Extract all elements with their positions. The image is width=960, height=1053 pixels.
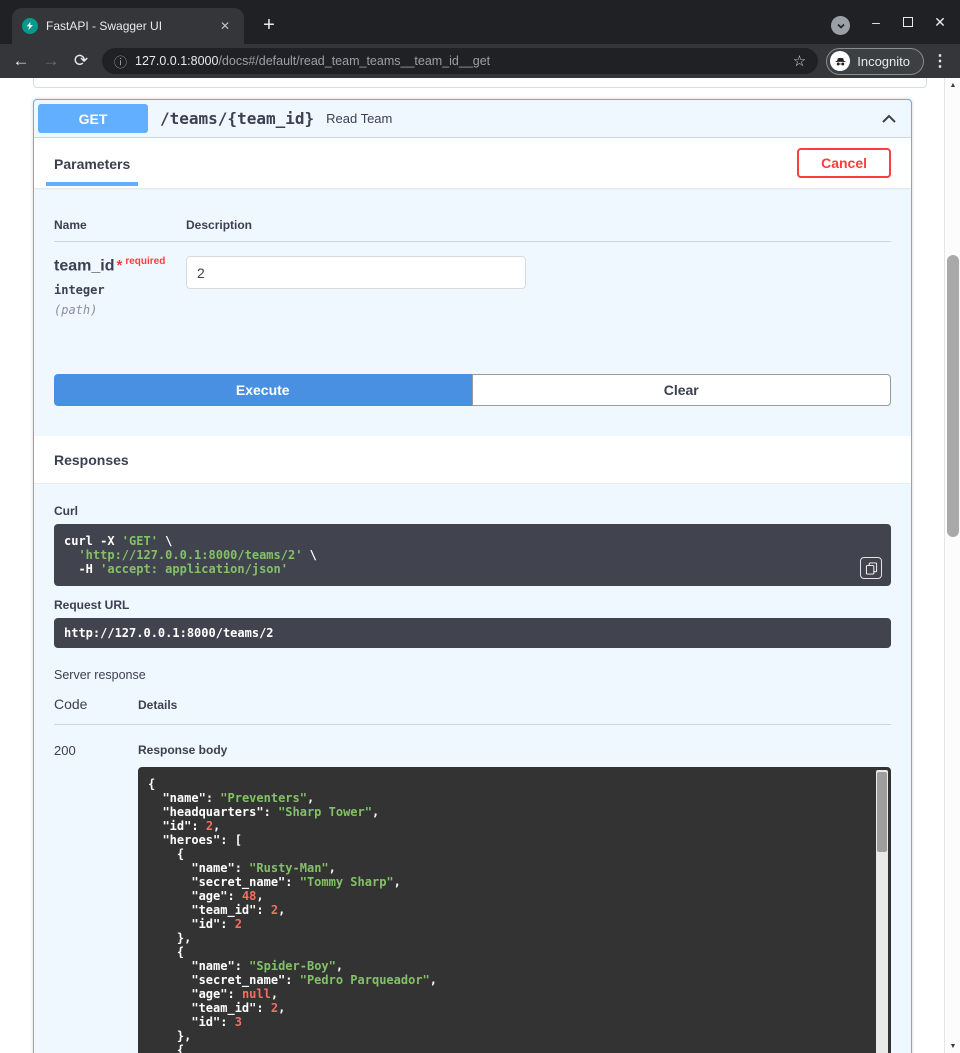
- incognito-spy-icon: [830, 51, 850, 71]
- incognito-label: Incognito: [857, 54, 910, 69]
- forward-button[interactable]: →: [38, 48, 64, 74]
- curl-label: Curl: [54, 504, 891, 518]
- window-controls: – ✕: [860, 0, 956, 44]
- column-description-header: Description: [186, 218, 891, 232]
- cancel-button[interactable]: Cancel: [797, 148, 891, 178]
- parameter-row: team_id*required integer (path): [34, 242, 911, 331]
- scroll-down-arrow-icon[interactable]: ▼: [945, 1039, 960, 1053]
- new-tab-button[interactable]: +: [256, 12, 282, 38]
- parameter-meta: team_id*required integer (path): [54, 256, 186, 317]
- tab-title: FastAPI - Swagger UI: [46, 19, 208, 33]
- request-url-block: http://127.0.0.1:8000/teams/2: [54, 618, 891, 648]
- column-name-header: Name: [54, 218, 186, 232]
- close-button[interactable]: ✕: [924, 0, 956, 44]
- url-text: 127.0.0.1:8000/docs#/default/read_team_t…: [135, 54, 490, 68]
- page-scrollbar[interactable]: ▲ ▼: [944, 78, 960, 1053]
- copy-to-clipboard-button[interactable]: [860, 557, 882, 579]
- address-bar[interactable]: ⓘ 127.0.0.1:8000/docs#/default/read_team…: [102, 48, 818, 74]
- back-button[interactable]: ←: [8, 48, 34, 74]
- fastapi-favicon-icon: [22, 18, 38, 34]
- responses-section-header: Responses: [34, 436, 911, 484]
- site-info-icon[interactable]: ⓘ: [114, 52, 127, 71]
- endpoint-summary: Read Team: [326, 111, 392, 126]
- tab-search-button[interactable]: [831, 16, 850, 35]
- column-code-header: Code: [54, 696, 138, 712]
- required-asterisk: *: [116, 257, 122, 274]
- browser-titlebar: FastAPI - Swagger UI ✕ + – ✕: [0, 0, 960, 44]
- execute-button[interactable]: Execute: [54, 374, 472, 406]
- response-row: 200 Response body { "name": "Preventers"…: [54, 743, 891, 1053]
- server-response-label: Server response: [54, 668, 891, 682]
- execute-button-group: Execute Clear: [54, 374, 891, 406]
- parameters-header: Parameters Cancel: [34, 138, 911, 188]
- response-table-head: Code Details: [54, 696, 891, 725]
- method-badge: GET: [38, 104, 148, 133]
- page-content: GET /teams/{team_id} Read Team Parameter…: [0, 78, 960, 1053]
- required-label: required: [125, 256, 165, 267]
- column-details-header: Details: [138, 698, 177, 712]
- parameter-location: (path): [54, 303, 186, 317]
- curl-code: curl -X 'GET' \ 'http://127.0.0.1:8000/t…: [64, 534, 881, 576]
- tab-parameters[interactable]: Parameters: [46, 141, 138, 186]
- parameter-type: integer: [54, 283, 186, 297]
- responses-title: Responses: [54, 452, 129, 468]
- responses-body: Curl curl -X 'GET' \ 'http://127.0.0.1:8…: [34, 484, 911, 1053]
- tab-close-icon[interactable]: ✕: [216, 17, 234, 35]
- response-details-cell: Response body { "name": "Preventers", "h…: [138, 743, 891, 1053]
- scroll-up-arrow-icon[interactable]: ▲: [945, 78, 960, 92]
- endpoint-path: /teams/{team_id}: [160, 109, 314, 128]
- maximize-button[interactable]: [892, 0, 924, 44]
- response-body-label: Response body: [138, 743, 891, 757]
- bookmark-star-icon[interactable]: ☆: [793, 52, 806, 70]
- parameter-name: team_id*required: [54, 256, 186, 275]
- response-scrollbar-thumb[interactable]: [877, 772, 887, 852]
- team-id-input[interactable]: [186, 256, 526, 289]
- response-scrollbar[interactable]: [876, 770, 888, 1053]
- parameters-table-head: Name Description: [34, 188, 911, 241]
- request-url-value: http://127.0.0.1:8000/teams/2: [64, 626, 881, 640]
- clear-button[interactable]: Clear: [472, 374, 892, 406]
- browser-toolbar: ← → ⟳ ⓘ 127.0.0.1:8000/docs#/default/rea…: [0, 44, 960, 78]
- browser-tab[interactable]: FastAPI - Swagger UI ✕: [12, 8, 244, 44]
- parameter-description-cell: [186, 256, 891, 317]
- response-body-block: { "name": "Preventers", "headquarters": …: [138, 767, 891, 1053]
- url-path: /docs#/default/read_team_teams__team_id_…: [218, 54, 490, 68]
- curl-code-block: curl -X 'GET' \ 'http://127.0.0.1:8000/t…: [54, 524, 891, 586]
- collapse-chevron-icon[interactable]: [879, 109, 899, 129]
- response-json-code: { "name": "Preventers", "headquarters": …: [148, 777, 867, 1053]
- maximize-icon: [903, 17, 913, 27]
- opblock-get-teams: GET /teams/{team_id} Read Team Parameter…: [33, 99, 912, 1053]
- opblock-summary[interactable]: GET /teams/{team_id} Read Team: [34, 100, 911, 138]
- minimize-button[interactable]: –: [860, 0, 892, 44]
- browser-menu-icon[interactable]: ⋮: [928, 48, 952, 74]
- url-host: 127.0.0.1:8000: [135, 54, 218, 68]
- status-code: 200: [54, 743, 138, 1053]
- browser-window: FastAPI - Swagger UI ✕ + – ✕ ← → ⟳ ⓘ 127…: [0, 0, 960, 1053]
- previous-section-edge: [33, 78, 927, 88]
- page-scrollbar-thumb[interactable]: [947, 255, 959, 537]
- request-url-label: Request URL: [54, 598, 891, 612]
- incognito-badge: Incognito: [826, 48, 924, 75]
- reload-button[interactable]: ⟳: [68, 48, 94, 74]
